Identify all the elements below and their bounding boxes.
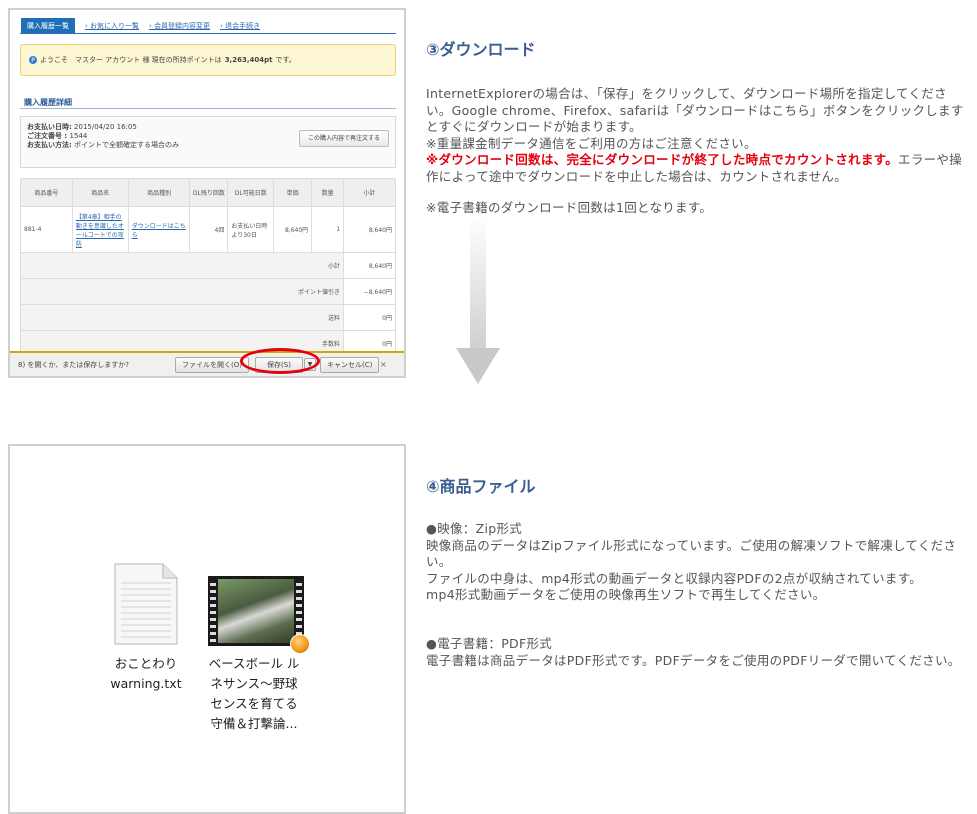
col-header: DL可能日数 [227, 178, 275, 207]
file-screenshot: おことわり warning.txt ベースボール ル ネサンス〜野球 センスを育… [8, 444, 406, 814]
video-file-name-line: ネサンス〜野球 [210, 676, 298, 691]
col-header: 数量 [311, 178, 345, 207]
welcome-text: ようこそ マスター アカウント 様 現在の所持ポイントは [40, 56, 222, 64]
txt-file-name-line: warning.txt [110, 676, 182, 691]
reorder-button[interactable]: この購入内容で再注文する [298, 130, 389, 147]
section4-b2-title: ●電子書籍：PDF形式 [426, 636, 553, 651]
section4-b1-text: 映像商品のデータはZipファイル形式になっています。ご使用の解凍ソフトで解凍して… [426, 537, 957, 603]
txt-file-name-line: おことわり [114, 656, 178, 671]
summary-value: 0円 [343, 304, 396, 331]
cell-dl-days: お支払い日時より30日 [227, 206, 275, 253]
close-icon[interactable]: × [380, 360, 387, 369]
order-no-label: ご注文番号 : [27, 132, 68, 140]
cell-subtotal: 8,640円 [343, 206, 396, 253]
summary-row: ポイント値引き −8,640円 [19, 278, 396, 305]
txt-file-name[interactable]: おことわり warning.txt [100, 654, 192, 694]
download-screenshot: 購入履歴一覧 お気に入り一覧 会員登録内容変更 退会手続き P ようこそ マスタ… [8, 8, 406, 378]
video-thumbnail [218, 579, 294, 643]
welcome-notice: P ようこそ マスター アカウント 様 現在の所持ポイントは 3,263,404… [20, 44, 396, 76]
video-file-name-line: センスを育てる [210, 696, 298, 711]
nav-purchase-history[interactable]: 購入履歴一覧 [21, 18, 75, 33]
arrow-down-icon [470, 215, 486, 350]
section3-text: InternetExplorerの場合は、「保存」をクリックして、ダウンロード場… [426, 86, 971, 185]
cell-unit-price: 8,640円 [273, 206, 313, 253]
summary-label: 送料 [19, 304, 345, 331]
summary-label: ポイント値引き [19, 278, 345, 305]
nav-withdraw[interactable]: 退会手続き [220, 21, 260, 31]
divider [20, 108, 396, 109]
col-header: 小計 [343, 178, 396, 207]
order-date: 2015/04/20 16:05 [74, 123, 137, 131]
download-link[interactable]: ダウンロードはこちら [127, 206, 191, 253]
history-table: 商品番号 商品名 商品種別 DL残り回数 DL可能日数 単価 数量 小計 881… [19, 178, 396, 357]
section3-heading: ③ダウンロード [426, 40, 536, 59]
pay-method: ポイントで全額確定する場合のみ [74, 141, 180, 149]
col-header: 商品名 [71, 178, 129, 207]
order-date-label: お支払い日時: [27, 123, 72, 131]
summary-value: −8,640円 [343, 278, 396, 305]
section4-block1: ●映像：Zip形式 映像商品のデータはZipファイル形式になっています。ご使用の… [426, 521, 971, 604]
summary-row: 送料 0円 [19, 304, 396, 331]
summary-row: 小計 8,640円 [19, 252, 396, 279]
col-header: 商品番号 [20, 178, 73, 207]
video-file-icon[interactable] [208, 576, 310, 654]
cell-qty: 1 [311, 206, 345, 253]
summary-value: 8,640円 [343, 252, 396, 279]
section3-note: ※電子書籍のダウンロード回数は1回となります。 [426, 200, 713, 215]
arrow-head-icon [456, 348, 500, 384]
ie-download-bar: 8) を開くか、または保存しますか? ファイルを開く(O) 保存(S) ▼ キャ… [10, 351, 404, 376]
order-no: 1544 [69, 132, 88, 140]
download-question: 8) を開くか、または保存しますか? [18, 360, 129, 369]
cell-dl-remaining: 4回 [189, 206, 229, 253]
section4-block2: ●電子書籍：PDF形式 電子書籍は商品データはPDF形式です。PDFデータをご使… [426, 636, 971, 669]
highlight-oval [240, 348, 320, 374]
section4-heading: ④商品ファイル [426, 477, 536, 496]
section4-b1-title: ●映像：Zip形式 [426, 521, 523, 536]
text-file-icon [114, 563, 178, 645]
section-title: 購入履歴詳細 [24, 98, 72, 107]
table-header: 商品番号 商品名 商品種別 DL残り回数 DL可能日数 単価 数量 小計 [20, 178, 396, 207]
video-file-name-line: ベースボール ル [208, 656, 300, 671]
divider [20, 33, 396, 34]
player-badge-icon [290, 634, 310, 654]
cell-product-no: 881-4 [20, 206, 73, 253]
nav-member-edit[interactable]: 会員登録内容変更 [149, 21, 210, 31]
points-value: 3,263,404pt [224, 56, 273, 64]
col-header: 単価 [273, 178, 313, 207]
film-strip [210, 579, 216, 643]
info-icon: P [29, 56, 37, 64]
order-info: お支払い日時: 2015/04/20 16:05 ご注文番号 : 1544 お支… [20, 116, 396, 168]
col-header: DL残り回数 [189, 178, 229, 207]
section3-warning: ※ダウンロード回数は、完全にダウンロードが終了した時点でカウントされます。 [426, 152, 899, 167]
summary-label: 小計 [19, 252, 345, 279]
pay-method-label: お支払い方法: [27, 141, 72, 149]
section4-b2-text: 電子書籍は商品データはPDF形式です。PDFデータをご使用のPDFリーダで開いて… [426, 652, 961, 668]
col-header: 商品種別 [127, 178, 191, 207]
table-row: 881-4 【第4章】相手の動きを意識したオールコートでの攻防 ダウンロードはこ… [20, 206, 396, 253]
nav-favorites[interactable]: お気に入り一覧 [85, 21, 139, 31]
welcome-suffix: です。 [275, 56, 296, 64]
product-name-link[interactable]: 【第4章】相手の動きを意識したオールコートでの攻防 [71, 206, 129, 253]
section3-p2: ※重量課金制データ通信をご利用の方はご注意ください。 [426, 135, 757, 151]
cancel-button[interactable]: キャンセル(C) [320, 356, 380, 373]
section3-p1: InternetExplorerの場合は、「保存」をクリックして、ダウンロード場… [426, 86, 964, 134]
video-file-name[interactable]: ベースボール ル ネサンス〜野球 センスを育てる 守備＆打撃論... [202, 654, 306, 734]
open-file-button[interactable]: ファイルを開く(O) [175, 356, 249, 373]
video-file-name-line: 守備＆打撃論... [210, 716, 298, 731]
mypage-nav: 購入履歴一覧 お気に入り一覧 会員登録内容変更 退会手続き [21, 18, 260, 33]
